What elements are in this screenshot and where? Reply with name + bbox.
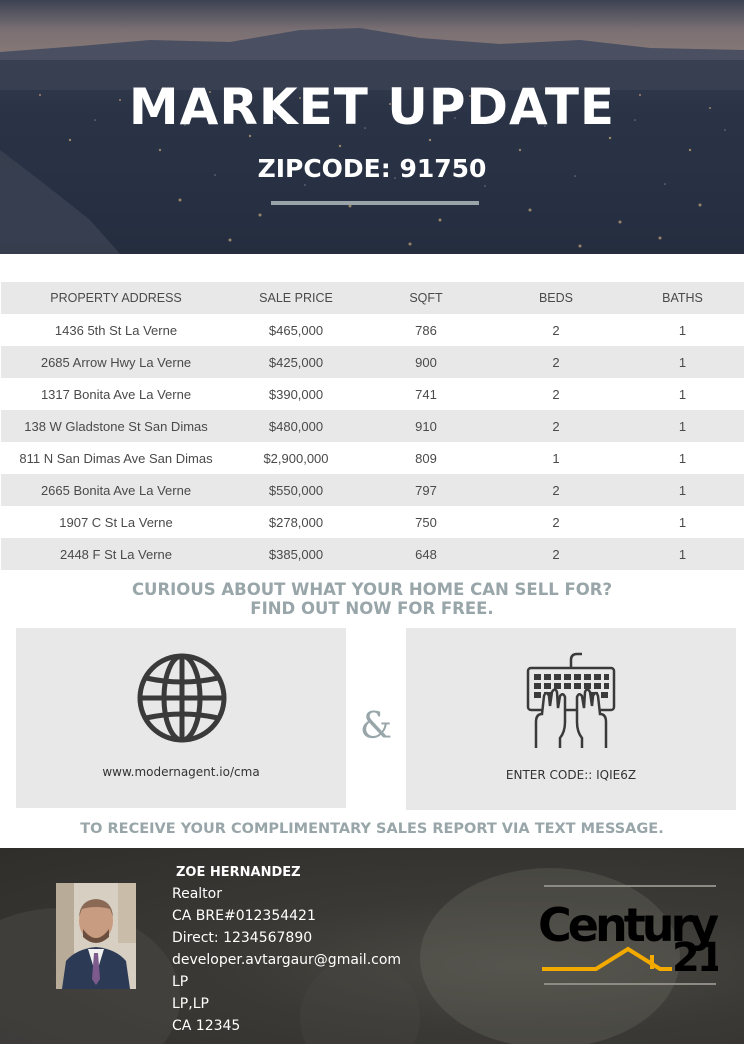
page-title: MARKET UPDATE bbox=[128, 78, 616, 136]
sqft-cell: 809 bbox=[415, 450, 437, 466]
sales-table: PROPERTY ADDRESS SALE PRICE SQFT BEDS BA… bbox=[1, 282, 744, 570]
column-header-baths: BATHS bbox=[662, 291, 703, 305]
beds-cell: 2 bbox=[552, 322, 560, 338]
globe-icon bbox=[137, 653, 227, 743]
address-cell: 1436 5th St La Verne bbox=[54, 322, 178, 338]
sqft-cell: 648 bbox=[415, 546, 437, 562]
sqft-cell: 910 bbox=[415, 418, 437, 434]
beds-cell: 2 bbox=[552, 354, 560, 370]
table-row: 2685 Arrow Hwy La Verne $425,000 900 2 1 bbox=[1, 346, 744, 378]
title-underline bbox=[271, 201, 479, 205]
address-cell: 138 W Gladstone St San Dimas bbox=[24, 418, 208, 434]
agent-address: LP,LP bbox=[172, 996, 209, 1012]
sqft-cell: 750 bbox=[415, 514, 437, 530]
beds-cell: 2 bbox=[552, 546, 560, 562]
price-cell: $480,000 bbox=[268, 418, 324, 434]
footer-bg-shape bbox=[300, 958, 420, 1044]
sqft-cell: 797 bbox=[415, 482, 437, 498]
beds-cell: 2 bbox=[552, 514, 560, 530]
baths-cell: 1 bbox=[678, 450, 687, 466]
cta-line-2: FIND OUT NOW FOR FREE. bbox=[250, 599, 494, 618]
logo-number: 21 bbox=[672, 935, 718, 981]
table-row: 1907 C St La Verne $278,000 750 2 1 bbox=[1, 506, 744, 538]
column-header-price: SALE PRICE bbox=[259, 291, 333, 305]
cta-line-1: CURIOUS ABOUT WHAT YOUR HOME CAN SELL FO… bbox=[131, 580, 613, 599]
agent-license: CA BRE#012354421 bbox=[172, 908, 316, 924]
keyboard-typing-icon bbox=[526, 652, 616, 748]
zipcode-subtitle: ZIPCODE: 91750 bbox=[257, 154, 487, 183]
table-row: 1436 5th St La Verne $465,000 786 2 1 bbox=[1, 314, 744, 346]
address-cell: 2448 F St La Verne bbox=[59, 546, 173, 562]
address-cell: 1907 C St La Verne bbox=[59, 514, 173, 530]
agent-name: ZOE HERNANDEZ bbox=[176, 865, 301, 880]
baths-cell: 1 bbox=[678, 514, 687, 530]
enter-code-label: ENTER CODE:: IQIE6Z bbox=[505, 768, 637, 782]
agent-company: LP bbox=[172, 974, 189, 990]
baths-cell: 1 bbox=[678, 482, 687, 498]
text-code-panel: ENTER CODE:: IQIE6Z bbox=[406, 628, 736, 810]
table-row: 138 W Gladstone St San Dimas $480,000 91… bbox=[1, 410, 744, 442]
beds-cell: 2 bbox=[552, 482, 560, 498]
column-header-address: PROPERTY ADDRESS bbox=[50, 291, 182, 305]
avatar bbox=[56, 883, 136, 989]
hero-banner: MARKET UPDATE ZIPCODE: 91750 bbox=[0, 0, 744, 254]
agent-email[interactable]: developer.avtargaur@gmail.com bbox=[172, 952, 401, 968]
beds-cell: 2 bbox=[552, 386, 560, 402]
price-cell: $550,000 bbox=[268, 482, 324, 498]
century21-logo: Century 21 bbox=[538, 885, 718, 985]
price-cell: $278,000 bbox=[268, 514, 324, 530]
sqft-cell: 900 bbox=[415, 354, 437, 370]
table-row: 811 N San Dimas Ave San Dimas $2,900,000… bbox=[1, 442, 744, 474]
website-link[interactable]: www.modernagent.io/cma bbox=[16, 765, 346, 779]
agent-phone[interactable]: Direct: 1234567890 bbox=[172, 930, 312, 946]
cta-headline: CURIOUS ABOUT WHAT YOUR HOME CAN SELL FO… bbox=[0, 580, 744, 618]
website-panel[interactable]: www.modernagent.io/cma bbox=[16, 628, 346, 808]
column-header-beds: BEDS bbox=[538, 291, 574, 305]
agent-city-state: CA 12345 bbox=[172, 1018, 241, 1034]
address-cell: 811 N San Dimas Ave San Dimas bbox=[19, 450, 213, 466]
baths-cell: 1 bbox=[678, 546, 687, 562]
table-row: 1317 Bonita Ave La Verne $390,000 741 2 … bbox=[1, 378, 744, 410]
baths-cell: 1 bbox=[678, 386, 687, 402]
agent-title: Realtor bbox=[172, 886, 222, 902]
baths-cell: 1 bbox=[678, 418, 687, 434]
table-header-row: PROPERTY ADDRESS SALE PRICE SQFT BEDS BA… bbox=[1, 282, 744, 314]
sqft-cell: 741 bbox=[415, 386, 437, 402]
beds-cell: 1 bbox=[552, 450, 560, 466]
address-cell: 2685 Arrow Hwy La Verne bbox=[40, 354, 192, 370]
baths-cell: 1 bbox=[678, 322, 687, 338]
price-cell: $465,000 bbox=[268, 322, 324, 338]
price-cell: $2,900,000 bbox=[263, 450, 329, 466]
column-header-sqft: SQFT bbox=[409, 291, 443, 305]
price-cell: $390,000 bbox=[268, 386, 324, 402]
beds-cell: 2 bbox=[552, 418, 560, 434]
baths-cell: 1 bbox=[678, 354, 687, 370]
price-cell: $385,000 bbox=[268, 546, 324, 562]
price-cell: $425,000 bbox=[268, 354, 324, 370]
sqft-cell: 786 bbox=[415, 322, 437, 338]
agent-photo bbox=[56, 883, 136, 989]
ampersand: & bbox=[359, 706, 393, 747]
table-row: 2448 F St La Verne $385,000 648 2 1 bbox=[1, 538, 744, 570]
address-cell: 2665 Bonita Ave La Verne bbox=[40, 482, 192, 498]
cta-footer-text: TO RECEIVE YOUR COMPLIMENTARY SALES REPO… bbox=[80, 821, 664, 837]
address-cell: 1317 Bonita Ave La Verne bbox=[40, 386, 192, 402]
table-row: 2665 Bonita Ave La Verne $550,000 797 2 … bbox=[1, 474, 744, 506]
